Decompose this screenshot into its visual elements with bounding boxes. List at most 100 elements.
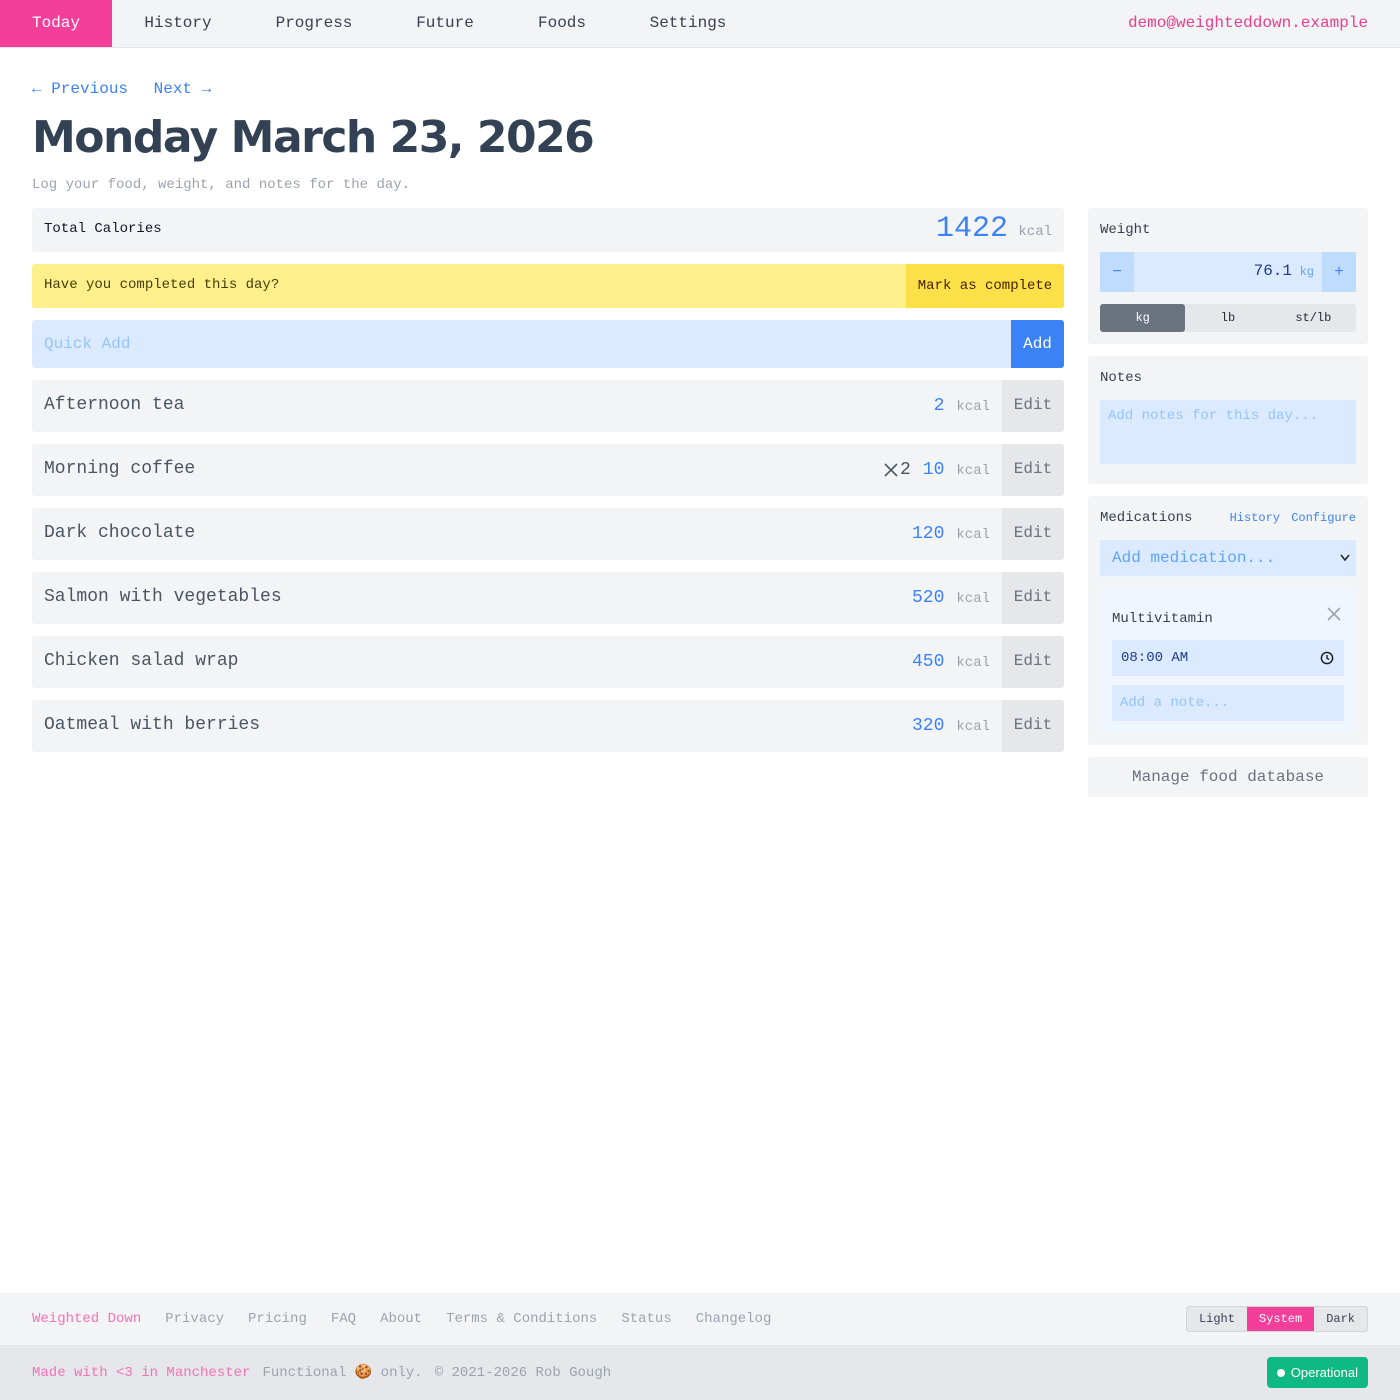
medications-links: History Configure bbox=[1226, 511, 1356, 525]
medications-title: Medications bbox=[1100, 510, 1193, 526]
complete-day-question: Have you completed this day? bbox=[44, 277, 280, 293]
tab-history[interactable]: History bbox=[112, 0, 244, 47]
mark-complete-button[interactable]: Mark as complete bbox=[906, 264, 1064, 308]
tab-foods[interactable]: Foods bbox=[506, 0, 618, 47]
medication-entry: Multivitamin 08:00 AM bbox=[1100, 588, 1356, 733]
food-kcal-unit: kcal bbox=[956, 399, 990, 415]
food-multiplier-value: 2 bbox=[899, 460, 911, 480]
footer-link-changelog[interactable]: Changelog bbox=[696, 1311, 772, 1327]
food-name: Afternoon tea bbox=[44, 395, 185, 415]
unit-st-lb-option[interactable]: st/lb bbox=[1271, 304, 1356, 332]
weight-unit-toggle: kg lb st/lb bbox=[1100, 304, 1356, 332]
medication-configure-link[interactable]: Configure bbox=[1291, 511, 1356, 525]
food-row: Salmon with vegetables 520 kcal Edit bbox=[32, 572, 1064, 624]
total-calories-unit: kcal bbox=[1018, 224, 1052, 240]
food-kcal: 120 bbox=[911, 524, 945, 544]
food-kcal-unit: kcal bbox=[956, 655, 990, 671]
copyright-text: © 2021-2026 Rob Gough bbox=[434, 1364, 612, 1381]
tab-future[interactable]: Future bbox=[384, 0, 506, 47]
page-subtitle: Log your food, weight, and notes for the… bbox=[32, 177, 411, 193]
weight-decrement-button[interactable]: − bbox=[1100, 252, 1134, 292]
made-with-text: Made with <3 in Manchester bbox=[32, 1364, 251, 1381]
tab-settings[interactable]: Settings bbox=[618, 0, 758, 47]
footer-link-pricing[interactable]: Pricing bbox=[248, 1311, 307, 1327]
weight-value[interactable]: 76.1 bbox=[1254, 262, 1292, 280]
user-email-link[interactable]: demo@weighteddown.example bbox=[1128, 0, 1368, 47]
total-calories-value: 1422 bbox=[935, 212, 1008, 246]
tab-today[interactable]: Today bbox=[0, 0, 112, 47]
food-kcal: 2 bbox=[933, 396, 945, 416]
footer-link-about[interactable]: About bbox=[380, 1311, 422, 1327]
food-kcal: 450 bbox=[911, 652, 945, 672]
medication-note-input[interactable] bbox=[1112, 685, 1344, 721]
tab-progress[interactable]: Progress bbox=[244, 0, 384, 47]
food-name: Dark chocolate bbox=[44, 523, 196, 543]
weight-panel: Weight − 76.1 kg + kg lb st/lb bbox=[1088, 208, 1368, 344]
food-row: Afternoon tea 2 kcal Edit bbox=[32, 380, 1064, 432]
theme-dark-option[interactable]: Dark bbox=[1314, 1307, 1367, 1331]
food-name: Morning coffee bbox=[44, 459, 196, 479]
footer-link-status[interactable]: Status bbox=[621, 1311, 671, 1327]
food-name: Oatmeal with berries bbox=[44, 715, 261, 735]
food-kcal-unit: kcal bbox=[956, 591, 990, 607]
weight-title: Weight bbox=[1100, 222, 1151, 238]
edit-food-button[interactable]: Edit bbox=[1002, 380, 1064, 432]
food-row: Chicken salad wrap 450 kcal Edit bbox=[32, 636, 1064, 688]
medication-history-link[interactable]: History bbox=[1230, 511, 1280, 525]
footer-links: Weighted Down Privacy Pricing FAQ About … bbox=[32, 1293, 771, 1345]
theme-system-option[interactable]: System bbox=[1246, 1307, 1315, 1331]
notes-title: Notes bbox=[1100, 370, 1143, 386]
food-name: Chicken salad wrap bbox=[44, 651, 239, 671]
day-navigation: ← Previous Next → bbox=[32, 80, 227, 98]
complete-day-banner: Have you completed this day? Mark as com… bbox=[32, 264, 1064, 308]
chevron-down-icon bbox=[1340, 540, 1350, 591]
food-kcal-unit: kcal bbox=[956, 719, 990, 735]
total-calories-card: Total Calories 1422 kcal bbox=[32, 208, 1064, 252]
footer-bottom-bar: Made with <3 in Manchester Functional 🍪 … bbox=[0, 1345, 1400, 1400]
edit-food-button[interactable]: Edit bbox=[1002, 636, 1064, 688]
food-kcal-unit: kcal bbox=[956, 463, 990, 479]
food-multiplier: 2 bbox=[884, 460, 911, 480]
medications-panel: Medications History Configure Add medica… bbox=[1088, 496, 1368, 745]
edit-food-button[interactable]: Edit bbox=[1002, 508, 1064, 560]
quick-add-button[interactable]: Add bbox=[1011, 320, 1064, 368]
food-kcal: 10 bbox=[922, 460, 945, 480]
footer-link-privacy[interactable]: Privacy bbox=[165, 1311, 224, 1327]
food-kcal: 520 bbox=[911, 588, 945, 608]
status-label: Operational bbox=[1290, 1365, 1358, 1380]
top-nav: Today History Progress Future Foods Sett… bbox=[0, 0, 1400, 48]
theme-switcher: Light System Dark bbox=[1185, 1306, 1368, 1332]
footer-link-faq[interactable]: FAQ bbox=[331, 1311, 356, 1327]
food-row: Oatmeal with berries 320 kcal Edit bbox=[32, 700, 1064, 752]
weight-stepper: − 76.1 kg + bbox=[1100, 252, 1356, 292]
add-medication-placeholder: Add medication... bbox=[1112, 549, 1276, 567]
manage-food-database-button[interactable]: Manage food database bbox=[1088, 757, 1368, 797]
clock-icon bbox=[1320, 651, 1334, 665]
notes-panel: Notes bbox=[1088, 356, 1368, 484]
notes-textarea[interactable] bbox=[1100, 400, 1356, 464]
unit-lb-option[interactable]: lb bbox=[1185, 304, 1270, 332]
footer-link-terms[interactable]: Terms & Conditions bbox=[446, 1311, 597, 1327]
theme-light-option[interactable]: Light bbox=[1187, 1307, 1247, 1331]
unit-kg-option[interactable]: kg bbox=[1100, 304, 1186, 332]
close-icon[interactable] bbox=[1324, 604, 1344, 624]
next-day-link[interactable]: Next → bbox=[154, 80, 212, 98]
previous-day-link[interactable]: ← Previous bbox=[32, 80, 128, 98]
add-medication-select[interactable]: Add medication... bbox=[1100, 540, 1356, 576]
status-badge[interactable]: Operational bbox=[1266, 1357, 1368, 1388]
edit-food-button[interactable]: Edit bbox=[1002, 444, 1064, 496]
food-kcal: 320 bbox=[911, 716, 945, 736]
page-title: Monday March 23, 2026 bbox=[32, 112, 595, 163]
quick-add-bar: Add bbox=[32, 320, 1064, 368]
food-row: Dark chocolate 120 kcal Edit bbox=[32, 508, 1064, 560]
times-icon bbox=[884, 463, 898, 477]
food-row: Morning coffee 2 10 kcal Edit bbox=[32, 444, 1064, 496]
weight-unit: kg bbox=[1299, 265, 1314, 279]
weight-increment-button[interactable]: + bbox=[1322, 252, 1356, 292]
edit-food-button[interactable]: Edit bbox=[1002, 700, 1064, 752]
footer-brand-link[interactable]: Weighted Down bbox=[32, 1311, 141, 1327]
food-name: Salmon with vegetables bbox=[44, 587, 282, 607]
edit-food-button[interactable]: Edit bbox=[1002, 572, 1064, 624]
medication-time-input[interactable]: 08:00 AM bbox=[1112, 640, 1344, 676]
quick-add-input[interactable] bbox=[32, 320, 1011, 368]
